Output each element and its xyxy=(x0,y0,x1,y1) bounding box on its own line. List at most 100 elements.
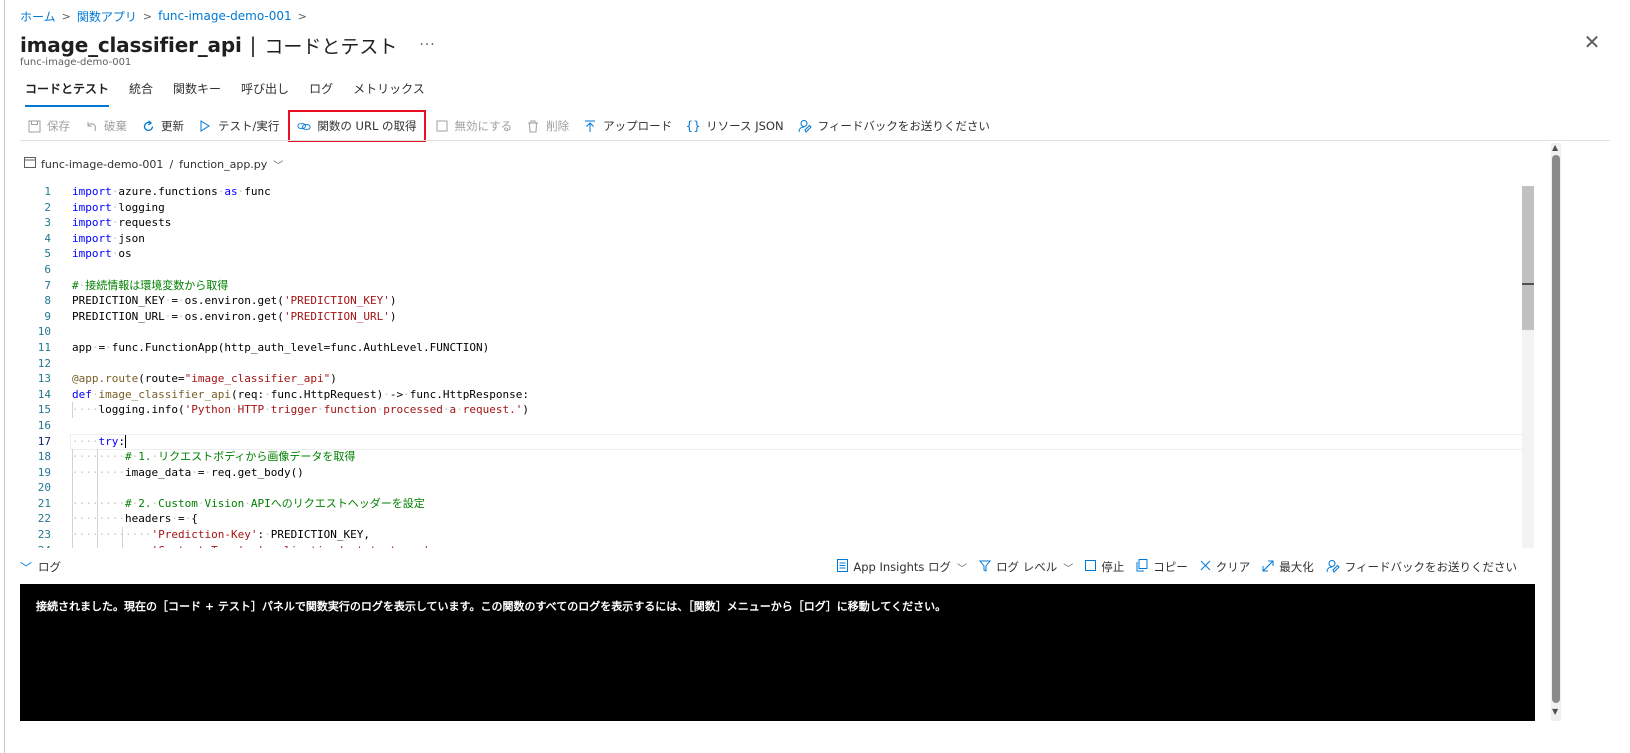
maximize-button[interactable]: 最大化 xyxy=(1262,559,1314,575)
delete-button[interactable]: 削除 xyxy=(519,112,576,140)
resource-name: func-image-demo-001 xyxy=(20,57,132,68)
refresh-icon xyxy=(141,119,155,133)
get-function-url-button[interactable]: 関数の URL の取得 xyxy=(288,110,426,142)
tab-metrics[interactable]: メトリックス xyxy=(353,80,425,104)
toolbar-divider xyxy=(20,140,1610,141)
chevron-down-icon: ﹀ xyxy=(1063,563,1074,575)
file-path-app: func-image-demo-001 xyxy=(41,157,164,171)
maximize-icon xyxy=(1262,560,1274,575)
line-number: 13 xyxy=(37,372,51,386)
save-icon xyxy=(27,119,41,133)
log-panel-header: ﹀ ログ App Insights ログ ﹀ ログ レベル ﹀ 停止 コピー ク… xyxy=(20,556,1535,578)
code-line: 10 xyxy=(20,324,1535,340)
code-line: 13 @app.route(route="image_classifier_api… xyxy=(20,371,1535,387)
code-line: 12 xyxy=(20,356,1535,372)
breadcrumb-home[interactable]: ホーム xyxy=(20,8,56,25)
save-button[interactable]: 保存 xyxy=(20,112,77,140)
stop-icon xyxy=(1085,560,1097,574)
code-line: 8 PREDICTION_KEY·=·os.environ.get('PREDIC… xyxy=(20,293,1535,309)
log-collapse-toggle[interactable]: ﹀ ログ xyxy=(20,559,61,576)
refresh-button[interactable]: 更新 xyxy=(134,112,191,140)
stop-button[interactable]: 停止 xyxy=(1085,559,1124,575)
file-path-file: function_app.py xyxy=(179,157,268,171)
discard-button[interactable]: 破棄 xyxy=(77,112,134,140)
app-insights-log-dropdown[interactable]: App Insights ログ ﹀ xyxy=(837,559,967,575)
log-toggle-label: ログ xyxy=(38,560,62,574)
chevron-down-icon: ﹀ xyxy=(20,560,33,575)
upload-label: アップロード xyxy=(603,119,673,133)
code-line: 9 PREDICTION_URL·=·os.environ.get('PREDIC… xyxy=(20,309,1535,325)
log-actions: App Insights ログ ﹀ ログ レベル ﹀ 停止 コピー クリア 最大… xyxy=(825,556,1517,578)
scroll-up-arrow-icon[interactable]: ▲ xyxy=(1552,143,1558,152)
disable-button[interactable]: 無効にする xyxy=(428,112,520,140)
scroll-down-arrow-icon[interactable]: ▼ xyxy=(1552,707,1558,716)
feedback-button[interactable]: フィードバックをお送りください xyxy=(791,112,997,140)
test-run-button[interactable]: テスト/実行 xyxy=(191,112,286,140)
chevron-down-icon: ﹀ xyxy=(957,563,968,575)
line-number: 3 xyxy=(44,216,51,230)
more-options-icon[interactable]: ··· xyxy=(419,37,435,53)
line-number: 2 xyxy=(44,200,51,214)
discard-label: 破棄 xyxy=(104,119,127,133)
tab-code-test[interactable]: コードとテスト xyxy=(25,80,110,107)
line-number: 17 xyxy=(37,434,51,448)
log-feedback-button[interactable]: フィードバックをお送りください xyxy=(1326,559,1517,576)
code-line: 17 ····try: xyxy=(20,434,1535,450)
copy-button[interactable]: コピー xyxy=(1136,559,1188,575)
code-line: 23 ············'Prediction-Key':·PREDICTI… xyxy=(20,527,1535,543)
page-scrollbar-thumb[interactable] xyxy=(1552,155,1560,703)
title-separator: | xyxy=(249,33,257,57)
log-feedback-label: フィードバックをお送りください xyxy=(1344,560,1517,574)
line-number: 14 xyxy=(37,387,51,401)
code-line: 1 import·azure.functions·as·func xyxy=(20,184,1535,200)
maximize-label: 最大化 xyxy=(1279,560,1314,574)
line-number: 5 xyxy=(44,247,51,261)
trash-icon xyxy=(526,119,540,133)
code-line: 7 #·接続情報は環境変数から取得 xyxy=(20,278,1535,294)
copy-label: コピー xyxy=(1153,560,1188,574)
breadcrumb-app[interactable]: func-image-demo-001 xyxy=(158,9,292,23)
line-number: 15 xyxy=(37,403,51,417)
code-line: 22 ········headers·=·{ xyxy=(20,511,1535,527)
window-icon xyxy=(24,157,36,171)
feedback-icon xyxy=(798,119,812,133)
page-subtitle: コードとテスト xyxy=(264,35,398,58)
code-line: 6 xyxy=(20,262,1535,278)
line-number: 20 xyxy=(37,481,51,495)
line-number: 21 xyxy=(37,496,51,510)
checkbox-icon xyxy=(435,119,449,133)
panel-left-edge xyxy=(4,0,5,753)
upload-icon xyxy=(583,119,597,133)
file-path-selector[interactable]: func-image-demo-001 / function_app.py ﹀ xyxy=(24,155,283,173)
code-line: 16 xyxy=(20,418,1535,434)
chevron-right-icon: > xyxy=(297,9,307,23)
code-line: 24············'Content-Type':·'applicati… xyxy=(20,543,1535,548)
copy-icon xyxy=(1136,559,1148,575)
console-message: 接続されました。現在の［コード + テスト］パネルで関数実行のログを表示していま… xyxy=(36,600,947,613)
close-button[interactable]: ✕ xyxy=(1580,30,1604,54)
code-line: 3 import·requests xyxy=(20,215,1535,231)
line-number: 8 xyxy=(44,294,51,308)
app-insights-label: App Insights ログ xyxy=(853,560,952,574)
line-number: 11 xyxy=(37,340,51,354)
log-level-dropdown[interactable]: ログ レベル ﹀ xyxy=(979,559,1073,575)
clear-button[interactable]: クリア xyxy=(1200,559,1250,575)
command-bar: 保存 破棄 更新 テスト/実行 関数の URL の取得 無効にする 削除 アップ… xyxy=(20,110,997,142)
resource-json-label: リソース JSON xyxy=(706,119,784,133)
editor-scrollbar-thumb[interactable] xyxy=(1522,186,1534,330)
chevron-right-icon: > xyxy=(142,9,153,23)
tab-function-keys[interactable]: 関数キー xyxy=(173,80,221,104)
tab-integration[interactable]: 統合 xyxy=(129,80,153,104)
tab-invocations[interactable]: 呼び出し xyxy=(241,80,289,104)
line-number: 10 xyxy=(37,325,51,339)
code-editor[interactable]: 1 import·azure.functions·as·func 2 import·… xyxy=(20,184,1535,548)
upload-button[interactable]: アップロード xyxy=(576,112,679,140)
feedback-icon xyxy=(1326,559,1340,576)
resource-json-button[interactable]: {} リソース JSON xyxy=(679,112,790,140)
log-console[interactable]: 接続されました。現在の［コード + テスト］パネルで関数実行のログを表示していま… xyxy=(20,584,1535,721)
line-number: 16 xyxy=(37,418,51,432)
tab-logs[interactable]: ログ xyxy=(309,80,333,104)
close-icon xyxy=(1200,560,1211,574)
save-label: 保存 xyxy=(47,119,70,133)
breadcrumb-function-apps[interactable]: 関数アプリ xyxy=(77,8,137,25)
